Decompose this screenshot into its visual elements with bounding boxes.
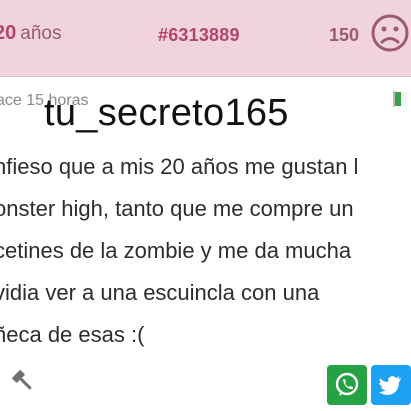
post-line: cetines de la zombie y me da mucha: [0, 238, 352, 263]
secret-id-link[interactable]: #6313889: [158, 25, 240, 46]
vote-count: 150: [329, 25, 360, 45]
username-watermark: tu_secreto165: [44, 92, 289, 134]
whatsapp-share-button[interactable]: [327, 365, 367, 405]
post-line: nfieso que a mis 20 años me gustan l: [0, 154, 359, 179]
post-line: ñeca de esas :(: [0, 322, 145, 347]
twitter-share-button[interactable]: [371, 365, 411, 405]
age-unit: años: [20, 23, 62, 44]
sad-face-icon[interactable]: [370, 13, 410, 53]
age-number: 20: [0, 22, 17, 44]
gavel-icon[interactable]: [10, 368, 36, 394]
post-line: vidia ver a una escuincla con una: [0, 280, 320, 305]
twitter-icon: [379, 376, 401, 395]
post-body: nfieso que a mis 20 años me gustan l ons…: [0, 146, 411, 356]
post-header: 20años #6313889 150: [0, 0, 411, 77]
whatsapp-icon: [335, 372, 359, 396]
author-age: 20años: [0, 22, 61, 45]
post-line: onster high, tanto que me compre un: [0, 196, 354, 221]
flag-icon[interactable]: [393, 91, 411, 107]
